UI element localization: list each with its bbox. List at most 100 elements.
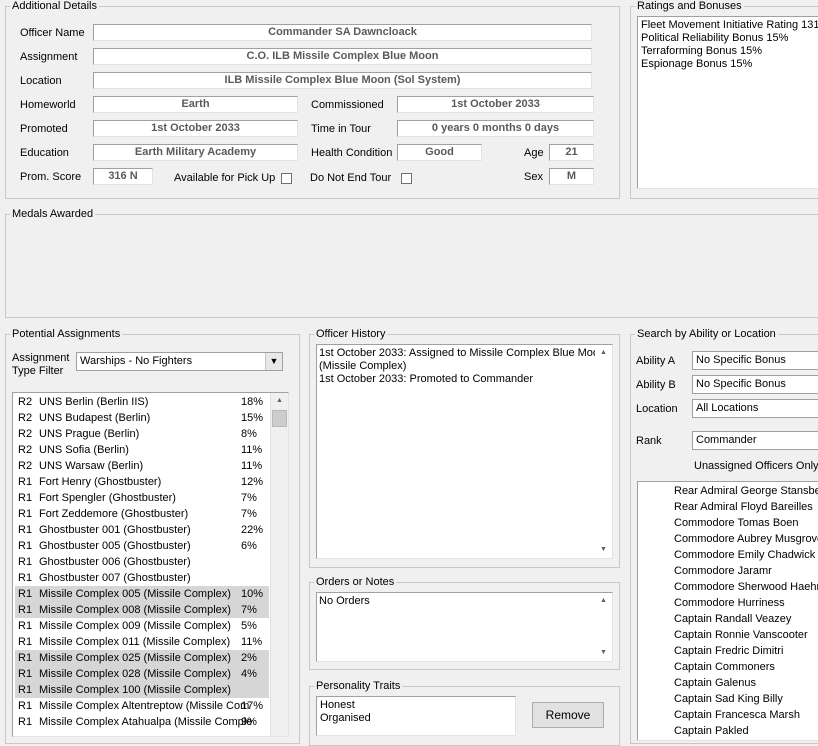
- assignment-row[interactable]: R1 Fort Zeddemore (Ghostbuster) 7%: [15, 506, 269, 522]
- scroll-up-icon[interactable]: ▲: [271, 393, 288, 409]
- search-location-label: Location: [636, 403, 678, 415]
- assignment-percent: 7%: [241, 508, 257, 520]
- assignment-percent: 7%: [241, 492, 257, 504]
- assignment-row[interactable]: R1 Fort Spengler (Ghostbuster) 7%: [15, 490, 269, 506]
- time-in-tour-field[interactable]: 0 years 0 months 0 days: [397, 120, 594, 137]
- chevron-down-icon[interactable]: ▼: [265, 353, 282, 370]
- assignment-name: Ghostbuster 001 (Ghostbuster): [39, 524, 191, 536]
- officer-list-item[interactable]: Rear Admiral George Stansbe: [674, 483, 818, 499]
- officer-list-item[interactable]: Rear Admiral Floyd Bareilles: [674, 499, 813, 515]
- not-end-tour-checkbox[interactable]: [401, 173, 412, 184]
- type-filter-label: Assignment: [12, 352, 70, 364]
- trait-item[interactable]: Organised: [320, 712, 515, 725]
- commissioned-field[interactable]: 1st October 2033: [397, 96, 594, 113]
- assignment-rank: R1: [18, 652, 33, 664]
- officer-history-textbox[interactable]: 1st October 2033: Assigned to Missile Co…: [316, 344, 613, 559]
- assignment-name: UNS Prague (Berlin): [39, 428, 140, 440]
- assignment-row[interactable]: R1 Missile Complex 005 (Missile Complex) 1…: [15, 586, 269, 602]
- type-filter-dropdown[interactable]: Warships - No Fighters ▼: [76, 352, 283, 371]
- assignment-row[interactable]: R2 UNS Prague (Berlin) 8%: [15, 426, 269, 442]
- remove-trait-button[interactable]: Remove: [532, 702, 604, 728]
- assignment-rank: R2: [18, 428, 33, 440]
- orders-textbox[interactable]: No Orders ▲ ▼: [316, 592, 613, 662]
- ability-a-value: No Specific Bonus: [696, 354, 786, 366]
- officer-list-item[interactable]: Captain Pakled: [674, 723, 749, 739]
- officer-list-item[interactable]: Captain Francesca Marsh: [674, 707, 800, 723]
- sex-field[interactable]: M: [549, 168, 594, 185]
- age-field[interactable]: 21: [549, 144, 594, 161]
- assignment-row[interactable]: R1 Missile Complex 009 (Missile Complex) 5…: [15, 618, 269, 634]
- officer-list-item[interactable]: Commodore Aubrey Musgrove: [674, 531, 818, 547]
- unassigned-only-label[interactable]: Unassigned Officers Only: [694, 459, 818, 473]
- scroll-up-icon[interactable]: ▲: [595, 593, 612, 609]
- officers-list[interactable]: Rear Admiral George Stansbe Rear Admiral …: [637, 481, 818, 741]
- assignment-rank: R1: [18, 556, 33, 568]
- officer-list-item[interactable]: Commodore Tomas Boen: [674, 515, 799, 531]
- officer-list-item[interactable]: Captain Fredric Dimitri: [674, 643, 783, 659]
- pickup-checkbox[interactable]: [281, 173, 292, 184]
- assignment-rank: R1: [18, 620, 33, 632]
- assignment-row[interactable]: R1 Missile Complex 025 (Missile Complex) 2…: [15, 650, 269, 666]
- assignment-percent: 7%: [241, 604, 257, 616]
- assignment-rank: R2: [18, 444, 33, 456]
- ability-b-dropdown[interactable]: No Specific Bonus: [692, 375, 818, 394]
- scroll-down-icon[interactable]: ▼: [595, 542, 612, 558]
- assignment-row[interactable]: R1 Missile Complex 011 (Missile Complex) 1…: [15, 634, 269, 650]
- education-field[interactable]: Earth Military Academy: [93, 144, 298, 161]
- trait-item[interactable]: Honest: [320, 699, 515, 712]
- assignment-rank: R1: [18, 524, 33, 536]
- prom-score-field[interactable]: 316 N: [93, 168, 153, 185]
- officer-list-item[interactable]: Captain Ronnie Vanscooter: [674, 627, 808, 643]
- history-line: 1st October 2033: Assigned to Missile Co…: [319, 347, 606, 359]
- assignment-row[interactable]: R1 Missile Complex 028 (Missile Complex) 4…: [15, 666, 269, 682]
- assignment-row[interactable]: R1 Missile Complex 008 (Missile Complex) 7…: [15, 602, 269, 618]
- assignment-field[interactable]: C.O. ILB Missile Complex Blue Moon: [93, 48, 592, 65]
- officer-list-item[interactable]: Commodore Hurriness: [674, 595, 785, 611]
- homeworld-field[interactable]: Earth: [93, 96, 298, 113]
- officer-list-item[interactable]: Commodore Jaramr: [674, 563, 772, 579]
- assignment-row[interactable]: R1 Missile Complex Atahualpa (Missile Com…: [15, 714, 269, 730]
- assignment-row[interactable]: R1 Fort Henry (Ghostbuster) 12%: [15, 474, 269, 490]
- assignment-rank: R1: [18, 572, 33, 584]
- ability-a-dropdown[interactable]: No Specific Bonus: [692, 351, 818, 370]
- health-field[interactable]: Good: [397, 144, 482, 161]
- officer-list-item[interactable]: Captain Sad King Billy: [674, 691, 783, 707]
- scroll-thumb[interactable]: [272, 410, 287, 427]
- pickup-label: Available for Pick Up: [174, 172, 276, 184]
- assignment-row[interactable]: R1 Ghostbuster 001 (Ghostbuster) 22%: [15, 522, 269, 538]
- search-location-dropdown[interactable]: All Locations: [692, 399, 818, 418]
- ratings-textbox[interactable]: Fleet Movement Initiative Rating 131 Pol…: [637, 16, 818, 189]
- assignment-row[interactable]: R1 Missile Complex 100 (Missile Complex): [15, 682, 269, 698]
- promoted-field[interactable]: 1st October 2033: [93, 120, 298, 137]
- assignments-scrollbar[interactable]: ▲: [270, 393, 288, 736]
- assignment-row[interactable]: R1 Ghostbuster 005 (Ghostbuster) 6%: [15, 538, 269, 554]
- assignment-row[interactable]: R1 Ghostbuster 006 (Ghostbuster): [15, 554, 269, 570]
- rank-dropdown[interactable]: Commander: [692, 431, 818, 450]
- assignment-name: Ghostbuster 007 (Ghostbuster): [39, 572, 191, 584]
- officer-list-item[interactable]: Captain Galenus: [674, 675, 756, 691]
- assignment-row[interactable]: R2 UNS Warsaw (Berlin) 11%: [15, 458, 269, 474]
- history-scrollbar[interactable]: ▲ ▼: [595, 345, 612, 558]
- assignment-percent: 8%: [241, 428, 257, 440]
- scroll-up-icon[interactable]: ▲: [595, 345, 612, 361]
- assignment-name: Missile Complex 028 (Missile Complex): [39, 668, 231, 680]
- officer-list-item[interactable]: Captain Commoners: [674, 659, 775, 675]
- traits-list[interactable]: Honest Organised: [316, 696, 516, 736]
- assignment-row[interactable]: R1 Ghostbuster 007 (Ghostbuster): [15, 570, 269, 586]
- assignment-row[interactable]: R2 UNS Budapest (Berlin) 15%: [15, 410, 269, 426]
- assignment-row[interactable]: R2 UNS Sofia (Berlin) 11%: [15, 442, 269, 458]
- officer-list-item[interactable]: Commodore Emily Chadwick: [674, 547, 815, 563]
- officer-name-field[interactable]: Commander SA Dawncloack: [93, 24, 592, 41]
- officer-list-item[interactable]: Captain Randall Veazey: [674, 611, 791, 627]
- potential-assignments-title: Potential Assignments: [10, 327, 123, 341]
- assignment-percent: 11%: [241, 636, 263, 648]
- location-field[interactable]: ILB Missile Complex Blue Moon (Sol Syste…: [93, 72, 592, 89]
- scroll-down-icon[interactable]: ▼: [595, 645, 612, 661]
- assignments-list[interactable]: R2 UNS Berlin (Berlin IIS) 18% R2 UNS Budape…: [12, 392, 289, 737]
- orders-scrollbar[interactable]: ▲ ▼: [595, 593, 612, 661]
- assignment-rank: R1: [18, 700, 33, 712]
- assignment-row[interactable]: R2 UNS Berlin (Berlin IIS) 18%: [15, 394, 269, 410]
- assignment-row[interactable]: R1 Missile Complex Altentreptow (Missile …: [15, 698, 269, 714]
- search-location-value: All Locations: [696, 402, 759, 414]
- officer-list-item[interactable]: Commodore Sherwood Haehn: [674, 579, 818, 595]
